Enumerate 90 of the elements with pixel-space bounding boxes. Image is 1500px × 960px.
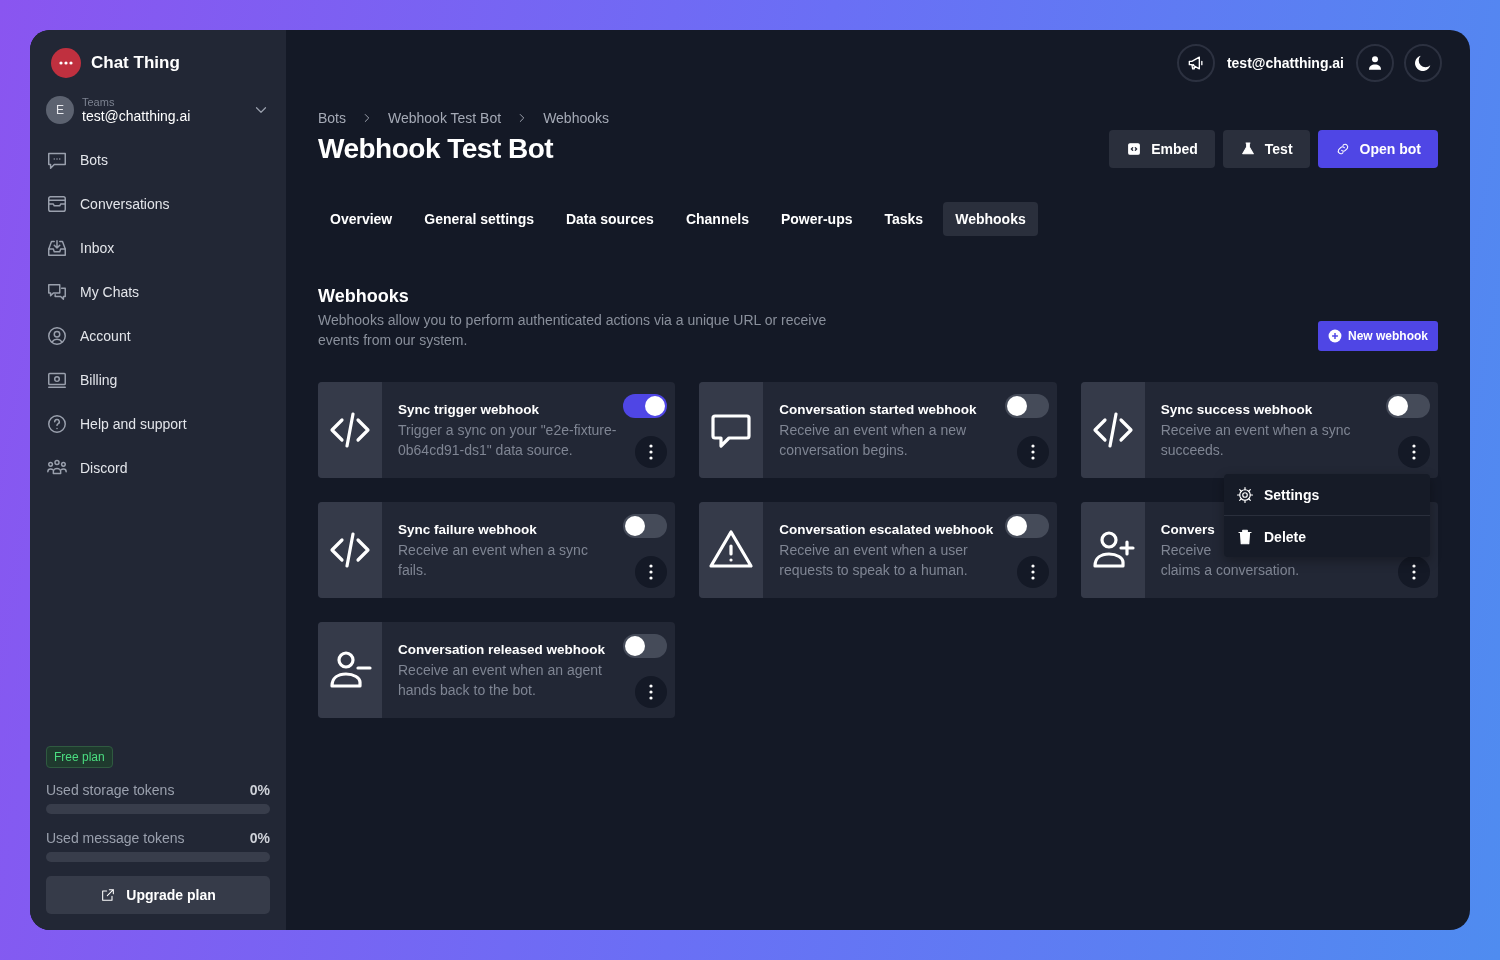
toggle-switch[interactable] <box>1004 394 1049 418</box>
vertical-dots-icon <box>649 684 654 700</box>
vertical-dots-icon <box>1030 564 1035 580</box>
breadcrumb-link[interactable]: Webhooks <box>543 110 610 126</box>
nav-item[interactable]: Inbox <box>46 226 270 270</box>
tab[interactable]: Channels <box>673 202 761 236</box>
theme-toggle-button[interactable] <box>1404 44 1442 82</box>
webhook-description: Trigger a sync on your "e2e-fixture-0b64cd91-ds1" data source. <box>398 421 618 460</box>
nav-item[interactable]: Conversations <box>46 182 270 226</box>
webhook-description: claims a conversation. <box>1160 561 1300 580</box>
nav-item[interactable]: Account <box>46 314 270 358</box>
more-button[interactable] <box>1398 556 1430 588</box>
upgrade-button[interactable]: Upgrade plan <box>46 876 270 914</box>
tab[interactable]: Webhooks <box>943 202 1038 236</box>
nav-item[interactable]: Discord <box>46 446 270 490</box>
chat-bubbles-icon <box>46 281 68 303</box>
webhook-title: Sync failure webhook <box>398 521 538 539</box>
new-webhook-button[interactable]: New webhook <box>1318 321 1438 351</box>
more-button[interactable] <box>635 676 668 708</box>
tab[interactable]: Tasks <box>872 202 936 236</box>
nav-item[interactable]: My Chats <box>46 270 270 314</box>
section-description: Webhooks allow you to perform authenticated actions via a unique URL or receive events from our system. <box>318 311 828 350</box>
webhook-title: Conversation released webhook <box>398 641 607 659</box>
more-button[interactable] <box>1398 436 1430 468</box>
user-circle-icon <box>46 325 68 347</box>
webhook-title: Convers <box>1160 521 1215 539</box>
team-switcher[interactable]: E Teams test@chatthing.ai <box>46 96 270 124</box>
help-icon <box>46 413 68 435</box>
webhook-description: Receive <box>1160 541 1212 560</box>
vertical-dots-icon <box>1030 444 1035 460</box>
usage-percent: 0% <box>249 830 270 846</box>
nav-item[interactable]: Bots <box>46 138 270 182</box>
flask-icon <box>1239 141 1256 157</box>
profile-button[interactable] <box>1356 44 1394 82</box>
toggle-switch[interactable] <box>1004 514 1049 538</box>
webhook-description: Receive an event when a new conversation begins. <box>779 421 968 460</box>
section-title: Webhooks <box>318 286 410 307</box>
announcement-button[interactable] <box>1176 44 1215 82</box>
toggle-switch[interactable] <box>623 634 668 658</box>
webhook-title: Sync success webhook <box>1160 401 1314 419</box>
tab[interactable]: Power-ups <box>768 202 865 236</box>
action-button[interactable]: Test <box>1222 130 1310 168</box>
action-button[interactable]: Embed <box>1109 130 1215 168</box>
webhook-description: Receive an event when a user requests to speak to a human. <box>779 541 969 580</box>
trash-icon <box>1236 527 1254 546</box>
plus-circle-icon <box>1328 329 1342 343</box>
more-button[interactable] <box>1016 556 1049 588</box>
webhook-description: Receive an event when a sync fails. <box>398 541 589 580</box>
usage-label: Used storage tokens <box>46 782 175 798</box>
nav-item[interactable]: Help and support <box>46 402 270 446</box>
webhook-title: Conversation started webhook <box>779 401 978 419</box>
external-link-icon <box>100 887 117 903</box>
inbox-download-icon <box>46 237 68 259</box>
webhook-description: Receive an event when a sync succeeds. <box>1160 421 1352 460</box>
team-avatar: E <box>46 96 74 124</box>
usage-label: Used message tokens <box>46 830 185 846</box>
nav-item[interactable]: Billing <box>46 358 270 402</box>
vertical-dots-icon <box>1412 564 1416 580</box>
tab[interactable]: Overview <box>318 202 405 236</box>
vertical-dots-icon <box>649 564 654 580</box>
toggle-switch[interactable] <box>623 394 668 418</box>
plan-badge: Free plan <box>46 746 113 768</box>
webhook-title: Sync trigger webhook <box>398 401 541 419</box>
logo-icon <box>51 48 81 78</box>
more-button[interactable] <box>635 436 668 468</box>
toggle-switch[interactable] <box>1386 394 1430 418</box>
gear-icon <box>1236 485 1254 504</box>
toggle-switch[interactable] <box>623 514 668 538</box>
breadcrumb-link[interactable]: Webhook Test Bot <box>388 110 502 126</box>
app-name: Chat Thing <box>91 53 180 73</box>
tray-icon <box>46 193 68 215</box>
team-email: test@chatthing.ai <box>82 108 192 124</box>
more-button[interactable] <box>635 556 668 588</box>
tab[interactable]: Data sources <box>553 202 666 236</box>
webhook-title: Conversation escalated webhook <box>779 521 995 539</box>
usage-percent: 0% <box>249 782 270 798</box>
menu-item[interactable]: Delete <box>1224 515 1430 557</box>
breadcrumb-link[interactable]: Bots <box>318 110 346 126</box>
vertical-dots-icon <box>1412 444 1416 460</box>
menu-item[interactable]: Settings <box>1224 474 1430 515</box>
user-icon <box>1366 54 1384 72</box>
page-title: Webhook Test Bot <box>318 133 554 165</box>
tab[interactable]: General settings <box>412 202 546 236</box>
webhook-description: Receive an event when an agent hands back to the bot. <box>398 661 603 700</box>
embed-icon <box>1126 141 1143 157</box>
vertical-dots-icon <box>649 444 654 460</box>
team-label: Teams <box>82 96 116 108</box>
open-bot-button[interactable]: Open bot <box>1317 130 1438 168</box>
more-button[interactable] <box>1016 436 1049 468</box>
user-email: test@chatthing.ai <box>1226 55 1344 71</box>
